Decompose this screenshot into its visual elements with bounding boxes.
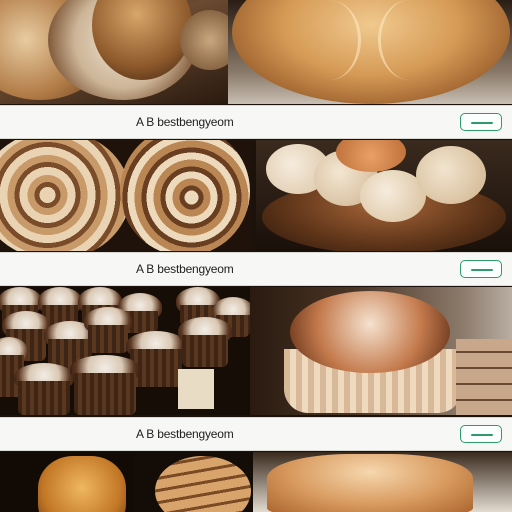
muffin-dome-shape xyxy=(290,291,450,373)
muffin-shape xyxy=(70,355,140,415)
swirl-roll-shape xyxy=(0,140,130,251)
muffin-shape xyxy=(14,363,74,415)
boule-shape xyxy=(232,0,510,104)
scored-baguette-image[interactable] xyxy=(135,452,253,512)
photo-row-1 xyxy=(0,0,512,104)
follow-button[interactable] xyxy=(460,260,502,278)
boule-score xyxy=(378,0,441,80)
follow-button[interactable] xyxy=(460,113,502,131)
pull-apart-bread-bowl-image[interactable] xyxy=(256,140,512,251)
muffin-shape xyxy=(84,307,132,353)
muffin-shape xyxy=(178,317,232,367)
follow-button[interactable] xyxy=(460,425,502,443)
muffin-shape xyxy=(126,331,186,387)
post-header-bar: A B bestbengyeom xyxy=(0,105,512,139)
seeded-loaf-image[interactable] xyxy=(0,452,135,512)
post-header-bar: A B bestbengyeom xyxy=(0,417,512,451)
crusty-sourdough-loaves-image[interactable] xyxy=(0,0,228,104)
loaf-shape xyxy=(38,456,126,512)
swirled-bread-rolls-image[interactable] xyxy=(0,140,252,251)
post-header-bar: A B bestbengyeom xyxy=(0,252,512,286)
large-rustic-boule-image[interactable] xyxy=(228,0,512,104)
post-username[interactable]: A B bestbengyeom xyxy=(136,262,234,276)
photo-row-3 xyxy=(0,287,512,415)
tile-floor-shape xyxy=(456,339,512,415)
post-username[interactable]: A B bestbengyeom xyxy=(136,115,234,129)
post-username[interactable]: A B bestbengyeom xyxy=(136,427,234,441)
swirl-roll-shape xyxy=(120,140,250,251)
loaf-shape xyxy=(155,456,251,512)
photo-row-2 xyxy=(0,140,512,251)
golden-loaf-image[interactable] xyxy=(253,452,512,512)
giant-muffin-image[interactable] xyxy=(250,287,512,415)
loaf-shape xyxy=(267,454,473,512)
crate-shape xyxy=(178,369,214,409)
boule-score xyxy=(298,0,361,80)
frosted-muffin-tray-image[interactable] xyxy=(0,287,250,415)
photo-row-4 xyxy=(0,452,512,512)
bun-shape xyxy=(416,146,486,204)
